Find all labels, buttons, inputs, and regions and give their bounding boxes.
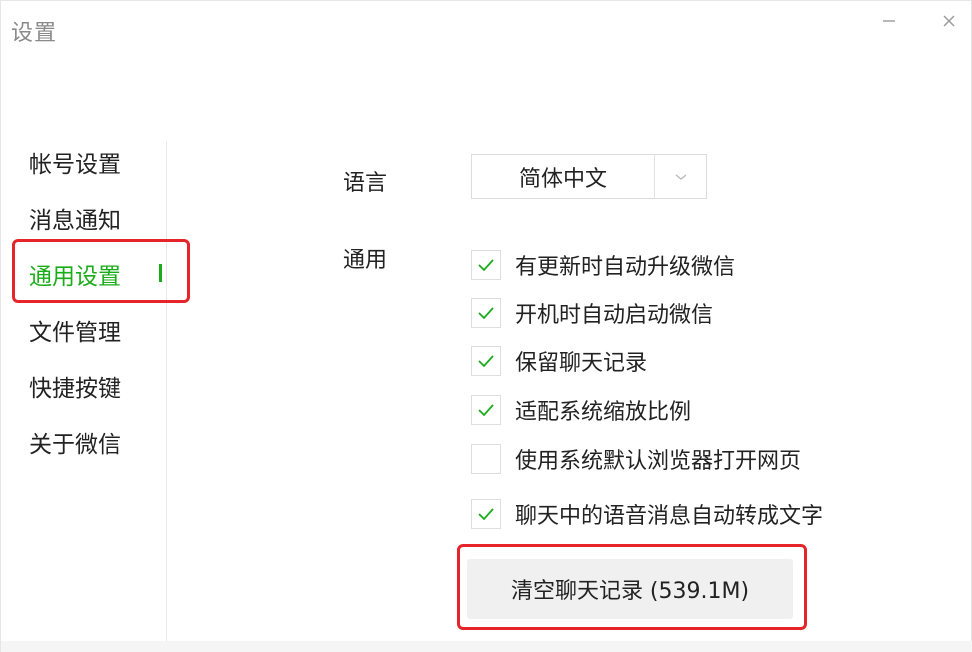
checkbox[interactable] xyxy=(471,395,501,425)
close-button[interactable] xyxy=(937,9,961,33)
general-label: 通用 xyxy=(343,248,388,273)
option-label: 保留聊天记录 xyxy=(515,351,648,376)
option-auto-update[interactable]: 有更新时自动升级微信 xyxy=(471,248,735,282)
close-icon xyxy=(942,14,956,28)
option-label: 聊天中的语音消息自动转成文字 xyxy=(515,504,824,529)
option-label: 适配系统缩放比例 xyxy=(515,400,692,425)
checkbox[interactable] xyxy=(471,346,501,376)
clear-chat-history-button[interactable]: 清空聊天记录 (539.1M) xyxy=(467,559,793,619)
option-label: 使用系统默认浏览器打开网页 xyxy=(515,449,802,474)
option-label: 开机时自动启动微信 xyxy=(515,303,714,328)
option-auto-start[interactable]: 开机时自动启动微信 xyxy=(471,296,713,330)
option-label: 有更新时自动升级微信 xyxy=(515,255,736,280)
language-value: 简体中文 xyxy=(518,166,607,192)
sidebar-item-account[interactable]: 帐号设置 xyxy=(29,145,121,185)
check-icon xyxy=(478,355,494,368)
sidebar-item-general[interactable]: 通用设置 xyxy=(29,257,121,297)
language-select[interactable]: 简体中文 xyxy=(471,154,707,199)
minimize-icon xyxy=(882,14,896,28)
minimize-button[interactable] xyxy=(877,9,901,33)
check-icon xyxy=(478,404,494,417)
checkbox[interactable] xyxy=(471,298,501,328)
checkbox[interactable] xyxy=(471,499,501,529)
check-icon xyxy=(478,307,494,320)
sidebar-item-notifications[interactable]: 消息通知 xyxy=(29,201,121,241)
check-icon xyxy=(478,259,494,272)
sidebar-item-files[interactable]: 文件管理 xyxy=(29,313,121,353)
active-indicator xyxy=(159,264,162,282)
bottom-bar xyxy=(1,641,972,652)
sidebar-item-shortcuts[interactable]: 快捷按键 xyxy=(29,369,121,409)
option-default-browser[interactable]: 使用系统默认浏览器打开网页 xyxy=(471,442,801,476)
chevron-down-icon xyxy=(655,172,706,182)
option-keep-history[interactable]: 保留聊天记录 xyxy=(471,344,647,378)
checkbox[interactable] xyxy=(471,444,501,474)
option-voice-to-text[interactable]: 聊天中的语音消息自动转成文字 xyxy=(471,497,823,531)
sidebar-item-about[interactable]: 关于微信 xyxy=(29,425,121,465)
settings-window: 设置 帐号设置 消息通知 通用设置 文件管理 快捷按键 关于微信 语言 简体中文… xyxy=(0,0,972,652)
check-icon xyxy=(478,508,494,521)
option-system-scaling[interactable]: 适配系统缩放比例 xyxy=(471,393,691,427)
language-label: 语言 xyxy=(343,171,388,196)
checkbox[interactable] xyxy=(471,250,501,280)
window-title: 设置 xyxy=(11,21,58,46)
